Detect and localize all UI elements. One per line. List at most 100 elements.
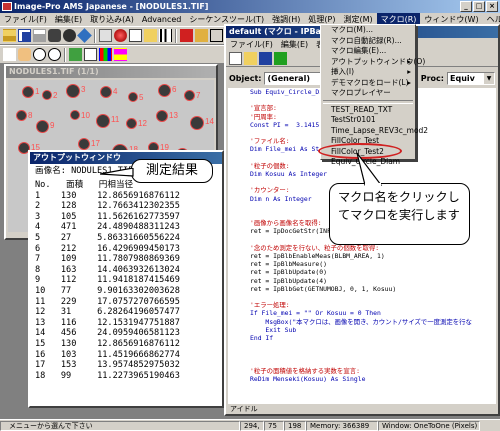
- callout-result-text: 測定結果: [145, 163, 198, 178]
- output-rows: 1 130 12.8656916876112 2 128 12.766341230…: [35, 191, 222, 382]
- macro-dropdown: マクロ(M)... マクロ自動記録(R)... マクロ編集(E)... アウトプ…: [320, 24, 428, 166]
- output-row: 4 471 24.4890488311243: [35, 222, 180, 233]
- capture-icon[interactable]: [63, 29, 76, 42]
- statusbar: メニューから選んで下さい 294, 75 198 Memory: 366389 …: [0, 419, 500, 431]
- particle: [128, 92, 138, 102]
- proc-select[interactable]: Equiv ▼: [447, 71, 495, 85]
- submenu-arrow-icon: ▸: [407, 56, 411, 66]
- code-line: '念のため測定を行ない、粒子の個数を取得:: [250, 243, 380, 252]
- output-text[interactable]: No. 面積 円相当径 1 130 12.8656916876112 2 128 1…: [32, 180, 222, 404]
- particle-label: 1: [35, 87, 40, 96]
- menu-edit[interactable]: 編集(E): [51, 13, 86, 26]
- line-profile-icon[interactable]: [84, 48, 97, 61]
- menu-acquire[interactable]: 取り込み(A): [86, 13, 138, 26]
- callout-instruction-pointer: [356, 152, 383, 186]
- code-line: ret = IpBlbGet(GETNUMOBJ, 0, 1, Kosuu): [250, 284, 397, 293]
- menu-advanced[interactable]: Advanced: [138, 13, 186, 26]
- editor-save-icon[interactable]: [259, 52, 272, 65]
- app-titlebar: Image-Pro AMS Japanese - [NODULES1.TIF] …: [0, 0, 500, 13]
- editor-status-text: アイドル: [230, 405, 258, 413]
- code-line: If File_mei = "" Or Kosuu = 0 Then: [250, 309, 381, 318]
- pencil-icon[interactable]: [195, 29, 208, 42]
- menu-item-player[interactable]: マクロプレイヤー: [321, 88, 415, 99]
- camera-icon[interactable]: [48, 29, 61, 42]
- minimize-icon[interactable]: _: [460, 1, 472, 12]
- particle: [42, 90, 52, 100]
- folder-icon[interactable]: [144, 29, 157, 42]
- flag-icon[interactable]: [180, 29, 193, 42]
- close-icon[interactable]: ×: [486, 1, 498, 12]
- editor-menu-file[interactable]: ファイル(F): [226, 38, 277, 50]
- particle: [96, 114, 110, 128]
- editor-run-icon[interactable]: [274, 52, 287, 65]
- maximize-icon[interactable]: □: [473, 1, 485, 12]
- particle: [190, 116, 204, 130]
- output-row: 6 212 16.4296909450173: [35, 243, 180, 254]
- chevron-down-icon[interactable]: ▼: [484, 72, 494, 84]
- zoom-out-icon[interactable]: [48, 48, 61, 61]
- open-folder-icon[interactable]: [3, 29, 16, 42]
- palette-icon[interactable]: [114, 48, 127, 61]
- rect-tool-icon[interactable]: [210, 29, 223, 42]
- count-icon[interactable]: [69, 48, 82, 61]
- menu-item-test-read-txt[interactable]: TEST_READ_TXT: [321, 105, 415, 116]
- particle-label: 8: [28, 111, 33, 120]
- output-row: 2 128 12.7663412302355: [35, 201, 180, 212]
- code-line: MsgBox("本マクロは、画像を開き、カウント/サイズで一度測定を行な: [250, 317, 472, 326]
- menu-item-insert-label: 挿入(I): [331, 67, 355, 76]
- zoom-in-icon[interactable]: [33, 48, 46, 61]
- code-line: Exit Sub: [250, 325, 297, 334]
- menu-item-teststr0101[interactable]: TestStr0101: [321, 115, 415, 126]
- particle-label: 10: [81, 111, 90, 120]
- output-row: 17 153 13.9574852975032: [35, 360, 180, 371]
- editor-new-icon[interactable]: [229, 52, 242, 65]
- callout-result-pointer: [100, 168, 134, 177]
- histogram-icon[interactable]: [159, 29, 172, 42]
- status-value: 198: [284, 420, 306, 431]
- app-icon: [2, 2, 12, 11]
- output-window[interactable]: アウトプットウィンドウ 画像名: NODULES1.TIF No. 面積 円相当…: [28, 150, 224, 408]
- output-row: 11 229 17.0757270766595: [35, 296, 180, 307]
- proc-label: Proc:: [420, 73, 444, 83]
- app-title: Image-Pro AMS Japanese - [NODULES1.TIF]: [14, 2, 209, 11]
- menu-separator: [323, 99, 413, 104]
- menu-item-insert[interactable]: 挿入(I) ▸: [321, 67, 415, 78]
- image-window-title[interactable]: NODULES1.TIF (1/1): [6, 66, 216, 78]
- code-line: ret = IpBlbMeasure(): [250, 260, 327, 269]
- menu-item-edit[interactable]: マクロ編集(E)...: [321, 46, 415, 57]
- menu-item-macro[interactable]: マクロ(M)...: [321, 25, 415, 36]
- callout-result: 測定結果: [131, 159, 213, 183]
- rgb-icon[interactable]: [99, 48, 112, 61]
- image-icon[interactable]: [99, 29, 112, 42]
- code-line: ret = IpBlbUpdate(0): [250, 268, 327, 277]
- arrow-pointer-icon[interactable]: [3, 48, 16, 61]
- menu-item-time-lapse[interactable]: Time_Lapse_REV3c_mod2: [321, 126, 428, 137]
- hand-icon[interactable]: [18, 48, 31, 61]
- particle-label: 9: [50, 121, 55, 130]
- code-line: 'エラー処理:: [250, 301, 290, 310]
- red-ball-icon[interactable]: [114, 29, 127, 42]
- editor-open-icon[interactable]: [244, 52, 257, 65]
- output-row: 3 105 11.5626162773597: [35, 211, 180, 222]
- save-icon[interactable]: [18, 29, 31, 42]
- code-line: ReDim Menseki(Kosuu) As Single: [250, 375, 366, 384]
- measure-icon[interactable]: [77, 28, 92, 43]
- menu-file[interactable]: ファイル(F): [0, 13, 51, 26]
- particle: [22, 86, 34, 98]
- mail-icon[interactable]: [129, 29, 142, 42]
- particle: [158, 84, 171, 97]
- particle: [156, 110, 168, 122]
- output-row: 14 456 24.0959406581123: [35, 328, 180, 339]
- menu-item-load-demo[interactable]: デモマクロをロード(L) ▸: [321, 78, 415, 89]
- output-row: 16 103 11.4519666862774: [35, 349, 180, 360]
- editor-menu-edit[interactable]: 編集(E): [277, 38, 312, 50]
- particle-label: 2: [53, 91, 58, 100]
- print-icon[interactable]: [33, 29, 46, 42]
- particle: [126, 118, 137, 129]
- status-zoom: Window: OneToOne (Pixels): [378, 420, 480, 431]
- menu-item-record[interactable]: マクロ自動記録(R)...: [321, 36, 415, 47]
- macro-editor-title-text: default (マクロ - IPBas: [229, 27, 326, 36]
- menu-item-output-window[interactable]: アウトプットウィンドウ(O) ▸: [321, 56, 425, 68]
- output-row: 5 27 5.86331660556224: [35, 232, 180, 243]
